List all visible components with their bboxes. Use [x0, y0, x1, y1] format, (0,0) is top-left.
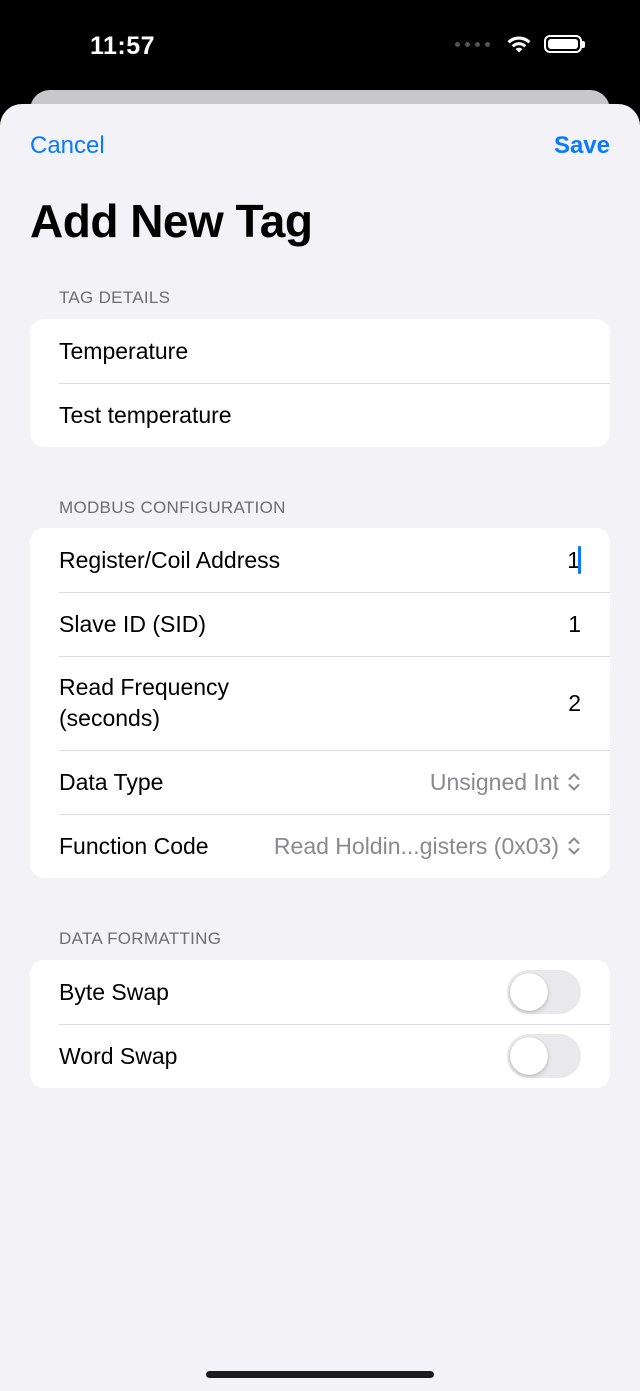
status-icons — [455, 34, 585, 54]
cancel-button[interactable]: Cancel — [30, 132, 105, 160]
chevron-up-down-icon — [568, 773, 580, 791]
toggle-knob — [510, 973, 548, 1011]
read-frequency-field[interactable]: 2 — [568, 690, 581, 717]
tag-name-row — [30, 319, 610, 383]
section-header-tag-details: TAG DETAILS — [59, 288, 171, 307]
function-code-picker[interactable]: Read Holdin...gisters (0x03) — [274, 833, 581, 860]
register-address-field[interactable]: 1 — [567, 546, 581, 574]
read-frequency-label: Read Frequency (seconds) — [59, 674, 230, 731]
wifi-icon — [507, 36, 531, 53]
tag-description-field[interactable] — [59, 401, 581, 429]
battery-icon — [544, 35, 585, 53]
text-cursor — [578, 546, 581, 574]
byte-swap-label: Byte Swap — [59, 978, 169, 1005]
word-swap-toggle[interactable] — [507, 1034, 581, 1078]
data-type-label: Data Type — [59, 768, 164, 795]
tag-description-row — [30, 383, 610, 447]
register-address-label: Register/Coil Address — [59, 546, 281, 573]
function-code-label: Function Code — [59, 832, 209, 859]
data-type-picker[interactable]: Unsigned Int — [430, 769, 581, 796]
word-swap-row: Word Swap — [30, 1024, 610, 1088]
function-code-value: Read Holdin...gisters (0x03) — [273, 832, 559, 859]
modbus-group: Register/Coil Address 1 Slave ID (SID) 1… — [30, 528, 610, 878]
toggle-knob — [510, 1037, 548, 1075]
tag-details-group — [30, 319, 610, 447]
byte-swap-row: Byte Swap — [30, 960, 610, 1024]
home-indicator — [206, 1371, 434, 1378]
read-frequency-row: Read Frequency (seconds) 2 — [30, 656, 610, 750]
section-header-modbus: MODBUS CONFIGURATION — [59, 498, 286, 517]
function-code-row: Function Code Read Holdin...gisters (0x0… — [30, 814, 610, 878]
signal-dots-icon — [455, 41, 490, 47]
status-bar: 11:57 — [0, 0, 640, 96]
slave-id-label: Slave ID (SID) — [59, 610, 206, 637]
formatting-group: Byte Swap Word Swap — [30, 960, 610, 1088]
byte-swap-toggle[interactable] — [507, 970, 581, 1014]
data-type-value: Unsigned Int — [429, 768, 559, 795]
add-tag-sheet: Cancel Save Add New Tag TAG DETAILS MODB… — [0, 104, 640, 1391]
slave-id-row: Slave ID (SID) 1 — [30, 592, 610, 656]
save-button[interactable]: Save — [554, 132, 610, 160]
page-title: Add New Tag — [30, 195, 313, 247]
register-address-row: Register/Coil Address 1 — [30, 528, 610, 592]
section-header-formatting: DATA FORMATTING — [59, 929, 222, 948]
word-swap-label: Word Swap — [59, 1042, 178, 1069]
screen: 11:57 Cancel Save Add New Tag TAG DETAIL… — [0, 0, 640, 1391]
chevron-up-down-icon — [568, 837, 580, 855]
data-type-row: Data Type Unsigned Int — [30, 750, 610, 814]
tag-name-field[interactable] — [59, 337, 581, 365]
status-time: 11:57 — [90, 32, 156, 60]
slave-id-field[interactable]: 1 — [568, 611, 581, 638]
